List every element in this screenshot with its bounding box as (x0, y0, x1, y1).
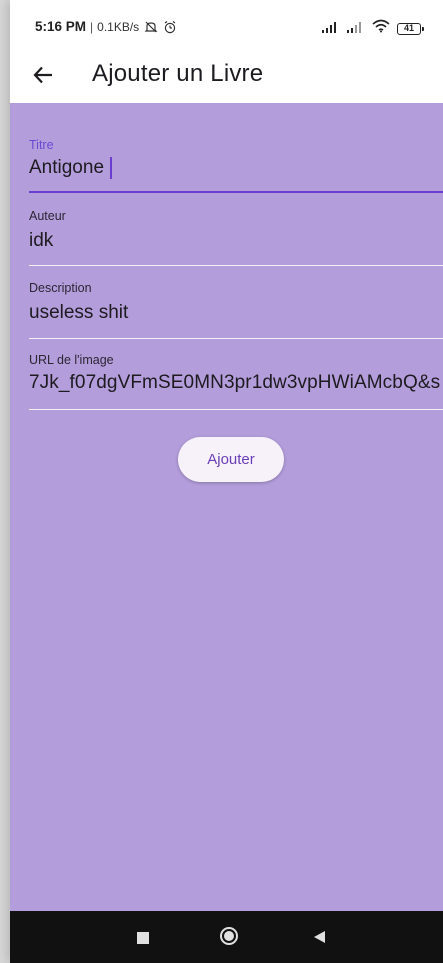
battery-icon: 41 (397, 22, 424, 35)
page-title: Ajouter un Livre (92, 60, 264, 87)
mute-icon (144, 20, 158, 34)
status-separator: | (90, 19, 94, 34)
image-url-field[interactable]: URL de l'image 7Jk_f07dgVFmSE0MN3pr1dw3v… (29, 351, 443, 410)
home-icon[interactable] (220, 927, 238, 945)
title-value: Antigone (29, 157, 105, 178)
author-field[interactable]: Auteur idk (29, 207, 443, 266)
status-bar: 5:16 PM | 0.1KB/s 41 (10, 0, 443, 48)
signal-icon (347, 20, 365, 38)
app-bar: Ajouter un Livre (10, 50, 443, 100)
battery-level: 41 (403, 23, 414, 33)
status-right: 41 (322, 19, 424, 38)
phone-screen: 5:16 PM | 0.1KB/s 41 Ajouter un Livre Ti… (10, 0, 443, 963)
image-url-value[interactable]: 7Jk_f07dgVFmSE0MN3pr1dw3vpHWiAMcbQ&s (29, 372, 440, 394)
description-value[interactable]: useless shit (29, 302, 128, 324)
status-speed: 0.1KB/s (97, 19, 140, 34)
signal-icon (322, 20, 340, 38)
text-cursor (110, 157, 113, 179)
author-label: Auteur (29, 209, 66, 223)
title-input-value[interactable]: Antigone (29, 157, 113, 179)
description-field[interactable]: Description useless shit (29, 278, 443, 339)
status-time: 5:16 PM (35, 19, 87, 34)
top-bar: 5:16 PM | 0.1KB/s 41 Ajouter un Livre (10, 0, 443, 103)
recents-icon[interactable] (137, 932, 149, 944)
status-left: 5:16 PM | 0.1KB/s (35, 19, 177, 34)
back-button[interactable] (28, 60, 58, 90)
description-label: Description (29, 281, 92, 295)
image-url-label: URL de l'image (29, 353, 114, 367)
title-field[interactable]: Titre Antigone (29, 136, 443, 193)
title-label: Titre (29, 138, 54, 152)
wifi-icon (372, 19, 390, 38)
alarm-icon (163, 20, 177, 34)
add-button[interactable]: Ajouter (178, 437, 284, 482)
arrow-back-icon (33, 66, 52, 84)
author-value[interactable]: idk (29, 230, 53, 252)
back-icon[interactable] (314, 931, 325, 943)
system-nav-bar (10, 911, 443, 963)
